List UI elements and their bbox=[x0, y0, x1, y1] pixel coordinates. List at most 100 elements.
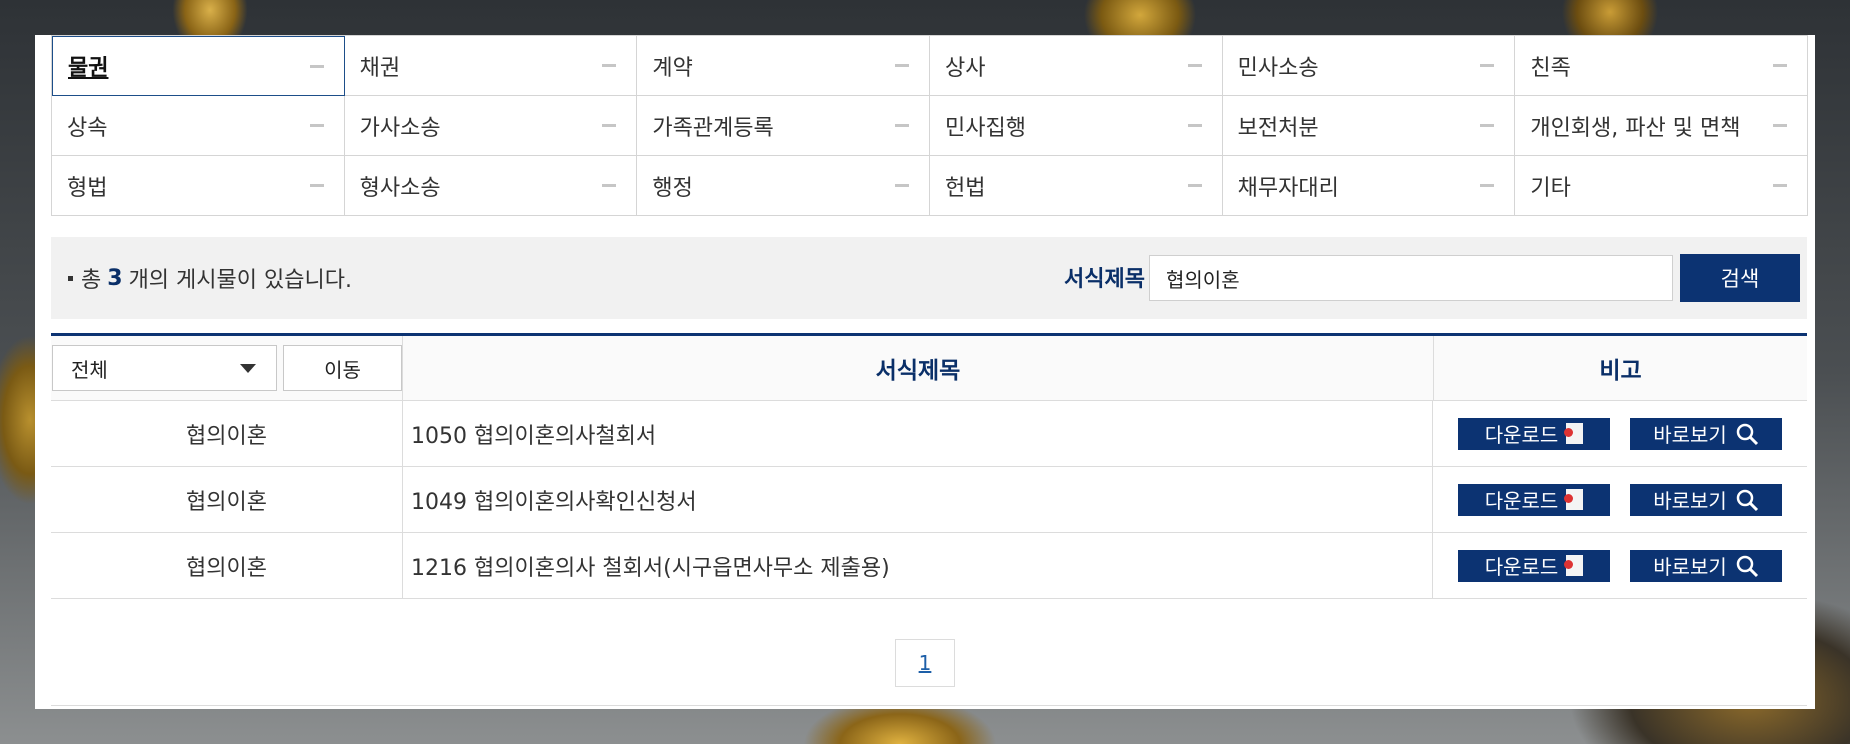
category-item[interactable]: 보전처분 bbox=[1222, 96, 1516, 156]
category-label: 상속 bbox=[67, 115, 108, 141]
category-label: 보전처분 bbox=[1237, 115, 1319, 141]
column-header-title: 서식제목 bbox=[403, 336, 1434, 400]
download-label: 다운로드 bbox=[1484, 423, 1559, 447]
category-label: 가사소송 bbox=[359, 115, 441, 141]
dash-icon bbox=[1772, 184, 1787, 187]
dash-icon bbox=[309, 184, 324, 187]
search-input[interactable] bbox=[1149, 255, 1673, 301]
category-label: 상사 bbox=[944, 55, 986, 81]
view-button[interactable]: 바로보기 bbox=[1630, 417, 1782, 450]
view-button[interactable]: 바로보기 bbox=[1630, 483, 1782, 516]
row-category: 협의이혼 bbox=[51, 533, 403, 598]
category-item[interactable]: 친족 bbox=[1515, 36, 1808, 96]
row-actions: 다운로드 바로보기 bbox=[1433, 533, 1807, 598]
search-button[interactable]: 검색 bbox=[1680, 254, 1800, 302]
count-value: 3 bbox=[107, 265, 123, 291]
magnifier-icon bbox=[1736, 555, 1758, 577]
category-label: 헌법 bbox=[944, 175, 986, 201]
category-label: 민사소송 bbox=[1237, 55, 1319, 81]
category-item[interactable]: 물권 bbox=[52, 36, 345, 96]
dash-icon bbox=[894, 184, 909, 187]
search-summary-bar: 총 3 개의 게시물이 있습니다. 서식제목 검색 bbox=[51, 237, 1807, 319]
row-title[interactable]: 1050 협의이혼의사철회서 bbox=[403, 401, 1433, 466]
magnifier-icon bbox=[1736, 423, 1758, 445]
divider bbox=[51, 705, 1807, 706]
category-grid: 물권 채권 계약 상사 민사소송 친족 상속 가사소송 가족관계등록 민사집행 … bbox=[51, 35, 1808, 216]
view-label: 바로보기 bbox=[1653, 489, 1727, 513]
category-item[interactable]: 민사소송 bbox=[1222, 36, 1516, 96]
pagination-page[interactable]: 1 bbox=[895, 639, 955, 687]
category-label: 형법 bbox=[67, 175, 108, 201]
download-label: 다운로드 bbox=[1484, 555, 1559, 579]
download-button[interactable]: 다운로드 bbox=[1458, 483, 1610, 516]
category-item[interactable]: 채권 bbox=[344, 36, 638, 96]
column-header-note: 비고 bbox=[1599, 358, 1642, 384]
dash-icon bbox=[894, 64, 909, 67]
dash-icon bbox=[1480, 184, 1495, 187]
document-icon bbox=[1564, 555, 1584, 576]
category-item[interactable]: 행정 bbox=[637, 156, 930, 216]
table-row: 협의이혼 1050 협의이혼의사철회서 다운로드 바로보기 bbox=[51, 401, 1807, 467]
caret-down-icon bbox=[240, 363, 256, 373]
filter-cell: 전체 이동 bbox=[51, 336, 403, 400]
category-item[interactable]: 헌법 bbox=[929, 156, 1223, 216]
category-label: 행정 bbox=[652, 175, 693, 201]
document-icon bbox=[1564, 489, 1584, 510]
category-item[interactable]: 가사소송 bbox=[344, 96, 638, 156]
download-button[interactable]: 다운로드 bbox=[1458, 549, 1610, 582]
table-header: 전체 이동 서식제목 비고 bbox=[51, 336, 1807, 401]
post-count: 총 3 개의 게시물이 있습니다. bbox=[68, 262, 352, 294]
row-actions: 다운로드 바로보기 bbox=[1433, 467, 1807, 532]
dash-icon bbox=[309, 124, 324, 127]
view-button[interactable]: 바로보기 bbox=[1630, 549, 1782, 582]
dash-icon bbox=[602, 184, 617, 187]
dash-icon bbox=[1772, 124, 1787, 127]
category-label: 가족관계등록 bbox=[652, 115, 774, 141]
move-button[interactable]: 이동 bbox=[283, 345, 402, 391]
category-item[interactable]: 형법 bbox=[52, 156, 345, 216]
category-item[interactable]: 개인회생, 파산 및 면책 bbox=[1515, 96, 1808, 156]
category-item[interactable]: 상속 bbox=[52, 96, 345, 156]
dash-icon bbox=[309, 64, 324, 68]
content-panel: 물권 채권 계약 상사 민사소송 친족 상속 가사소송 가족관계등록 민사집행 … bbox=[35, 35, 1815, 709]
select-value: 전체 bbox=[71, 357, 108, 382]
download-label: 다운로드 bbox=[1484, 489, 1559, 513]
dash-icon bbox=[1187, 124, 1202, 127]
dash-icon bbox=[1187, 184, 1202, 187]
count-suffix: 개의 게시물이 있습니다. bbox=[128, 268, 352, 293]
dash-icon bbox=[894, 124, 909, 127]
bullet-icon bbox=[68, 275, 73, 281]
category-label: 채권 bbox=[359, 55, 401, 81]
category-item[interactable]: 상사 bbox=[929, 36, 1223, 96]
category-item[interactable]: 형사소송 bbox=[344, 156, 638, 216]
category-label: 개인회생, 파산 및 면책 bbox=[1530, 115, 1741, 141]
category-label: 친족 bbox=[1530, 55, 1571, 81]
category-label: 채무자대리 bbox=[1237, 175, 1339, 201]
category-item[interactable]: 민사집행 bbox=[929, 96, 1223, 156]
search-label: 서식제목 bbox=[1064, 267, 1145, 292]
row-category: 협의이혼 bbox=[51, 467, 403, 532]
category-item[interactable]: 가족관계등록 bbox=[637, 96, 930, 156]
dash-icon bbox=[1480, 64, 1495, 67]
view-label: 바로보기 bbox=[1653, 423, 1727, 447]
category-item[interactable]: 계약 bbox=[637, 36, 930, 96]
forms-table: 전체 이동 서식제목 비고 협의이혼 1050 협의이혼의사철회서 다운로드 바… bbox=[51, 333, 1807, 599]
category-label: 형사소송 bbox=[359, 175, 441, 201]
row-actions: 다운로드 바로보기 bbox=[1433, 401, 1807, 466]
category-label: 기타 bbox=[1530, 175, 1571, 201]
category-select[interactable]: 전체 bbox=[52, 345, 277, 391]
document-icon bbox=[1564, 423, 1584, 444]
category-label: 계약 bbox=[652, 55, 693, 81]
dash-icon bbox=[602, 64, 617, 67]
table-row: 협의이혼 1216 협의이혼의사 철회서(시구읍면사무소 제출용) 다운로드 바… bbox=[51, 533, 1807, 599]
row-title[interactable]: 1216 협의이혼의사 철회서(시구읍면사무소 제출용) bbox=[403, 533, 1433, 598]
view-label: 바로보기 bbox=[1653, 555, 1727, 579]
row-title[interactable]: 1049 협의이혼의사확인신청서 bbox=[403, 467, 1433, 532]
dash-icon bbox=[1480, 124, 1495, 127]
row-category: 협의이혼 bbox=[51, 401, 403, 466]
category-item[interactable]: 채무자대리 bbox=[1222, 156, 1516, 216]
download-button[interactable]: 다운로드 bbox=[1458, 417, 1610, 450]
dash-icon bbox=[1772, 64, 1787, 67]
table-row: 협의이혼 1049 협의이혼의사확인신청서 다운로드 바로보기 bbox=[51, 467, 1807, 533]
category-item[interactable]: 기타 bbox=[1515, 156, 1808, 216]
